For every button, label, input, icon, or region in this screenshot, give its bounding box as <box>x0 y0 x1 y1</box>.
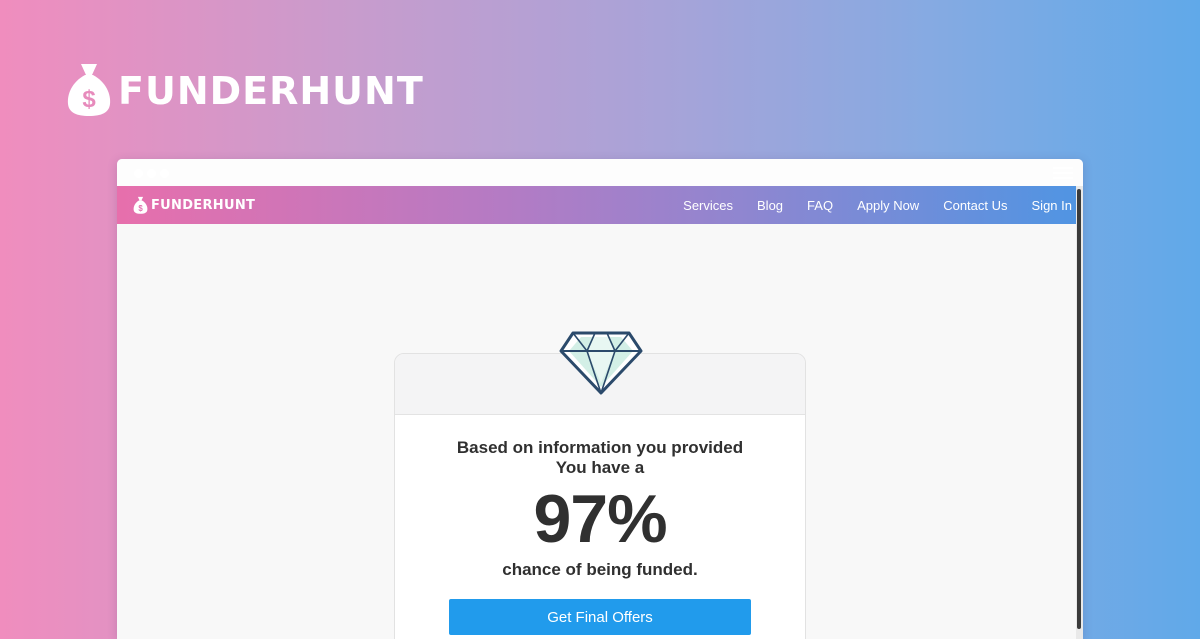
funding-caption: chance of being funded. <box>502 560 698 579</box>
money-bag-icon: $ <box>133 196 148 214</box>
funding-percentage: 97% <box>533 481 667 557</box>
result-card: Based on information you provided You ha… <box>394 353 806 639</box>
hamburger-menu-icon[interactable] <box>1053 167 1073 179</box>
svg-text:$: $ <box>138 204 143 213</box>
diamond-icon <box>559 331 643 395</box>
vertical-scrollbar[interactable] <box>1076 186 1083 639</box>
nav-link-contact-us[interactable]: Contact Us <box>943 198 1007 213</box>
brand-name: FUNDERHUNT <box>118 69 424 113</box>
window-dot-icon[interactable] <box>134 169 143 178</box>
brand-logo: $ FUNDERHUNT <box>66 60 424 118</box>
window-dot-icon[interactable] <box>160 169 169 178</box>
site-navbar: $ FUNDERHUNT Services Blog FAQ Apply Now… <box>117 186 1083 224</box>
scrollbar-thumb[interactable] <box>1077 189 1081 629</box>
window-dot-icon[interactable] <box>147 169 156 178</box>
nav-link-faq[interactable]: FAQ <box>807 198 833 213</box>
money-bag-icon: $ <box>67 64 111 116</box>
svg-text:$: $ <box>82 86 96 113</box>
window-controls <box>134 169 169 178</box>
nav-link-sign-in[interactable]: Sign In <box>1032 198 1072 213</box>
browser-titlebar <box>117 159 1083 186</box>
nav-link-services[interactable]: Services <box>683 198 733 213</box>
result-intro-text: Based on information you provided <box>456 438 744 457</box>
result-lead-text: You have a <box>555 458 645 477</box>
nav-logo[interactable]: $ FUNDERHUNT <box>133 195 255 215</box>
nav-link-apply-now[interactable]: Apply Now <box>857 198 919 213</box>
nav-logo-text: FUNDERHUNT <box>151 197 256 213</box>
result-card-body: Based on information you provided You ha… <box>395 438 805 635</box>
browser-window: $ FUNDERHUNT Services Blog FAQ Apply Now… <box>117 159 1083 639</box>
nav-links: Services Blog FAQ Apply Now Contact Us S… <box>659 186 1072 224</box>
nav-link-blog[interactable]: Blog <box>757 198 783 213</box>
